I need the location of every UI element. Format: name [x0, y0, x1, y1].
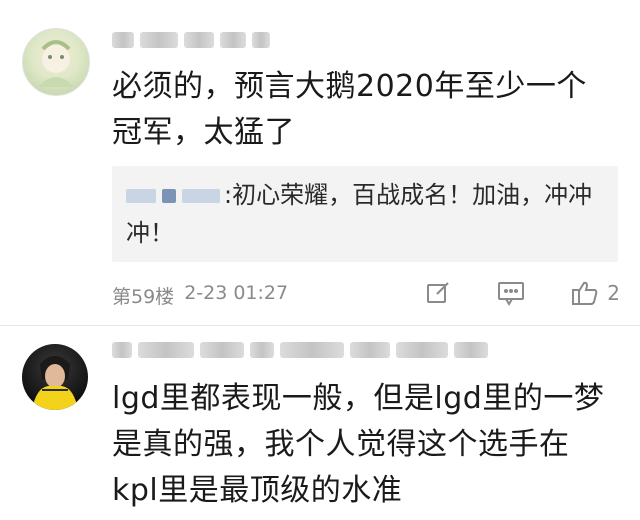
comment-actions: 2: [425, 280, 620, 306]
comment-text: lgd里都表现一般，但是lgd里的一梦是真的强，我个人觉得这个选手在kpl里是最…: [112, 381, 605, 508]
reply-box[interactable]: :初心荣耀，百战成名！加油，冲冲冲！: [112, 166, 618, 262]
thumbs-up-icon: [571, 280, 599, 306]
like-button[interactable]: 2: [571, 280, 620, 306]
floor-number: 第59楼: [112, 286, 175, 308]
reply-button[interactable]: [497, 280, 525, 306]
avatar[interactable]: [22, 28, 90, 96]
comment-meta: 第59楼 2-23 01:27: [112, 282, 288, 309]
edit-button[interactable]: [425, 280, 451, 306]
comment-item: 必须的，预言大鹅2020年至少一个冠军，太猛了 :初心荣耀，百战成名！加油，冲冲…: [0, 0, 640, 326]
comment-item: lgd里都表现一般，但是lgd里的一梦是真的强，我个人觉得这个选手在kpl里是最…: [0, 326, 640, 520]
username-masked[interactable]: [112, 340, 488, 360]
avatar[interactable]: [22, 344, 88, 410]
reply-username-masked[interactable]: [126, 189, 220, 203]
username-masked[interactable]: [112, 30, 270, 50]
edit-icon: [425, 280, 451, 306]
comment-icon: [497, 280, 525, 306]
timestamp: 2-23 01:27: [184, 282, 289, 304]
comment-text: 必须的，预言大鹅2020年至少一个冠军，太猛了: [112, 69, 587, 150]
like-count: 2: [607, 281, 620, 305]
